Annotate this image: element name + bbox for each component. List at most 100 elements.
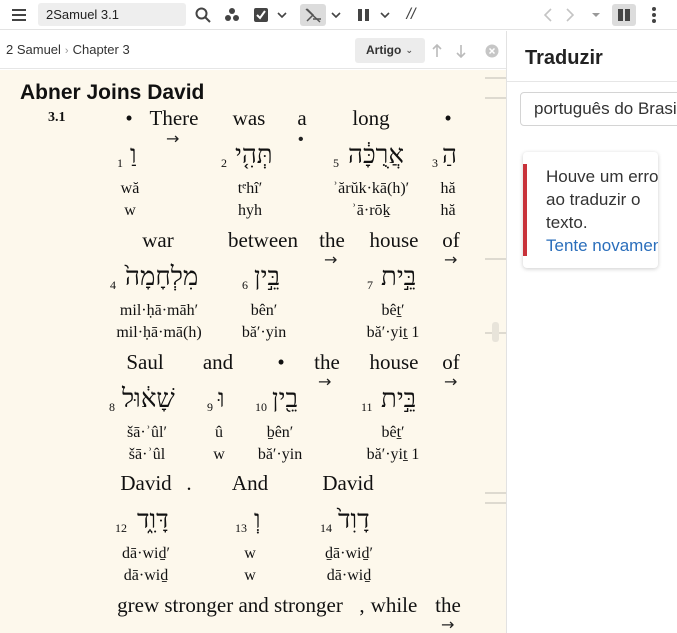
hebrew-word[interactable]: בֵּ֣ית xyxy=(381,384,416,414)
english-word[interactable]: Saul xyxy=(126,350,163,375)
search-icon[interactable] xyxy=(192,4,214,26)
lemma-transliteration: dā·wiḏ xyxy=(123,567,169,584)
breadcrumb-book[interactable]: 2 Samuel xyxy=(6,42,61,57)
down-arrow-icon[interactable] xyxy=(453,40,469,62)
english-word[interactable]: between xyxy=(228,228,298,253)
breadcrumb-separator: › xyxy=(64,45,69,57)
word-number: 9 xyxy=(207,400,213,414)
transliteration: dā·wiḏ′ xyxy=(122,545,170,562)
error-message-line: Houve um erro xyxy=(546,167,658,186)
chevron-down-icon[interactable] xyxy=(328,4,344,26)
section-marker xyxy=(485,97,507,99)
reference-input[interactable]: 2Samuel 3.1 xyxy=(38,3,186,26)
interlinear-line: David . And David 12 דָּוִ֑ד dā·wiḏ′ dā·… xyxy=(0,469,481,589)
close-icon[interactable] xyxy=(484,40,500,62)
english-word[interactable]: war xyxy=(142,228,173,253)
lemma-transliteration: šā·ʾûl xyxy=(128,446,166,463)
english-word[interactable]: And xyxy=(232,471,268,496)
translate-panel: Traduzir português do Brasil Houve um er… xyxy=(507,31,677,633)
hebrew-word[interactable]: מִלְחָמָה֙ xyxy=(125,262,198,292)
transliteration: ḇên′ xyxy=(266,424,294,441)
english-word[interactable]: a xyxy=(297,106,306,131)
hebrew-word[interactable]: וַ xyxy=(130,140,137,170)
english-word[interactable]: and xyxy=(203,350,233,375)
hebrew-word[interactable]: בֵ֖ין xyxy=(272,384,298,414)
menu-icon[interactable] xyxy=(8,4,30,26)
lemma-transliteration: hyh xyxy=(238,202,262,219)
word-number: 12 xyxy=(115,521,127,535)
english-word[interactable]: There xyxy=(150,106,199,131)
lemma-transliteration: bă′·yiṯ 1 xyxy=(366,324,420,341)
hebrew-word[interactable]: בֵּ֣ית xyxy=(381,262,416,292)
chevron-down-icon[interactable] xyxy=(377,4,393,26)
back-arrow-icon[interactable] xyxy=(540,4,556,26)
arrow-right-icon: → xyxy=(444,372,458,391)
scrollbar-thumb[interactable] xyxy=(492,322,499,342)
error-card: Houve um erro ao traduzir o texto. Tente… xyxy=(523,152,658,268)
lemma-transliteration: dā·wiḏ xyxy=(326,567,372,584)
lemma-transliteration: bă′·yin xyxy=(241,324,287,341)
columns-icon[interactable] xyxy=(353,4,375,26)
english-word[interactable]: long xyxy=(352,106,389,131)
interlinear-line: grew stronger and stronger , while the → xyxy=(0,591,481,633)
lemma-transliteration: w xyxy=(244,567,256,584)
chevron-down-icon[interactable] xyxy=(274,4,290,26)
english-word[interactable]: grew stronger and stronger xyxy=(117,593,343,618)
transliteration: bên′ xyxy=(250,302,278,319)
language-select[interactable]: português do Brasil xyxy=(520,92,677,126)
english-word[interactable]: • xyxy=(277,350,284,375)
toolbar: 2Samuel 3.1 // xyxy=(0,0,677,30)
section-marker xyxy=(485,492,507,494)
word-number: 4 xyxy=(110,278,116,292)
english-word[interactable]: house xyxy=(370,228,419,253)
scroll-rail[interactable] xyxy=(481,70,506,633)
hebrew-word[interactable]: דָּוִ֑ד xyxy=(137,505,169,535)
english-word[interactable]: , xyxy=(359,593,364,618)
word-number: 10 xyxy=(255,400,267,414)
transliteration: ʾărŭk·kā(h)′ xyxy=(332,180,410,197)
word-number: 2 xyxy=(221,156,227,170)
english-word[interactable]: was xyxy=(233,106,266,131)
hebrew-word[interactable]: הַ xyxy=(442,140,457,170)
history-dropdown-icon[interactable] xyxy=(588,4,604,26)
arrow-right-icon: → xyxy=(324,250,338,269)
english-word[interactable]: house xyxy=(370,350,419,375)
lemma-transliteration: ʾā·rōḵ xyxy=(351,202,391,219)
retry-link[interactable]: Tente novamente xyxy=(546,234,658,257)
hebrew-word[interactable]: וּ xyxy=(218,384,225,414)
forward-arrow-icon[interactable] xyxy=(562,4,578,26)
word-number: 8 xyxy=(109,400,115,414)
section-title: Abner Joins David xyxy=(20,81,205,104)
error-indicator xyxy=(523,164,527,256)
english-word[interactable]: David xyxy=(322,471,373,496)
english-word[interactable]: David xyxy=(120,471,171,496)
transliteration: hă xyxy=(440,180,456,197)
visual-filter-icon[interactable] xyxy=(221,4,243,26)
up-arrow-icon[interactable] xyxy=(429,40,445,62)
english-word[interactable]: • xyxy=(125,106,132,131)
view-mode-dropdown[interactable]: Artigo ⌄ xyxy=(355,38,425,63)
english-word[interactable]: • xyxy=(444,106,451,131)
panel-layout-icon[interactable] xyxy=(612,4,636,26)
english-word[interactable]: while xyxy=(371,593,418,618)
panel-title: Traduzir xyxy=(525,47,603,69)
hebrew-word[interactable]: וְ xyxy=(254,505,261,535)
hebrew-word[interactable]: בֵּ֣ין xyxy=(254,262,280,292)
lemma-transliteration: mil·ḥā·mā(h) xyxy=(116,324,202,341)
breadcrumb-chapter[interactable]: Chapter 3 xyxy=(73,42,130,57)
interlinear-line: war between the house of → → 4 מִלְחָמָה… xyxy=(0,226,481,346)
hebrew-word[interactable]: שָׁא֔וּל xyxy=(122,384,175,414)
transliteration: û xyxy=(215,424,223,441)
transliteration: tᵉhî′ xyxy=(237,180,263,197)
parallel-icon[interactable]: // xyxy=(400,4,422,26)
more-options-icon[interactable] xyxy=(645,4,663,26)
hebrew-word[interactable]: אֲרֻכָּ֔ה xyxy=(348,140,404,170)
interlinear-icon[interactable] xyxy=(300,4,326,26)
hebrew-word[interactable]: תְּהִ֤י xyxy=(235,140,273,170)
checklist-icon[interactable] xyxy=(250,4,272,26)
word-number: 1 xyxy=(117,156,123,170)
hebrew-word[interactable]: דָוִד֙ xyxy=(338,505,370,535)
interlinear-line: • There was a long • • → 1 וַ wă w 2 תְּ… xyxy=(0,104,481,224)
interlinear-line: Saul and • the house of → → 8 שָׁא֔וּל š… xyxy=(0,348,481,468)
english-word[interactable]: . xyxy=(186,471,191,496)
